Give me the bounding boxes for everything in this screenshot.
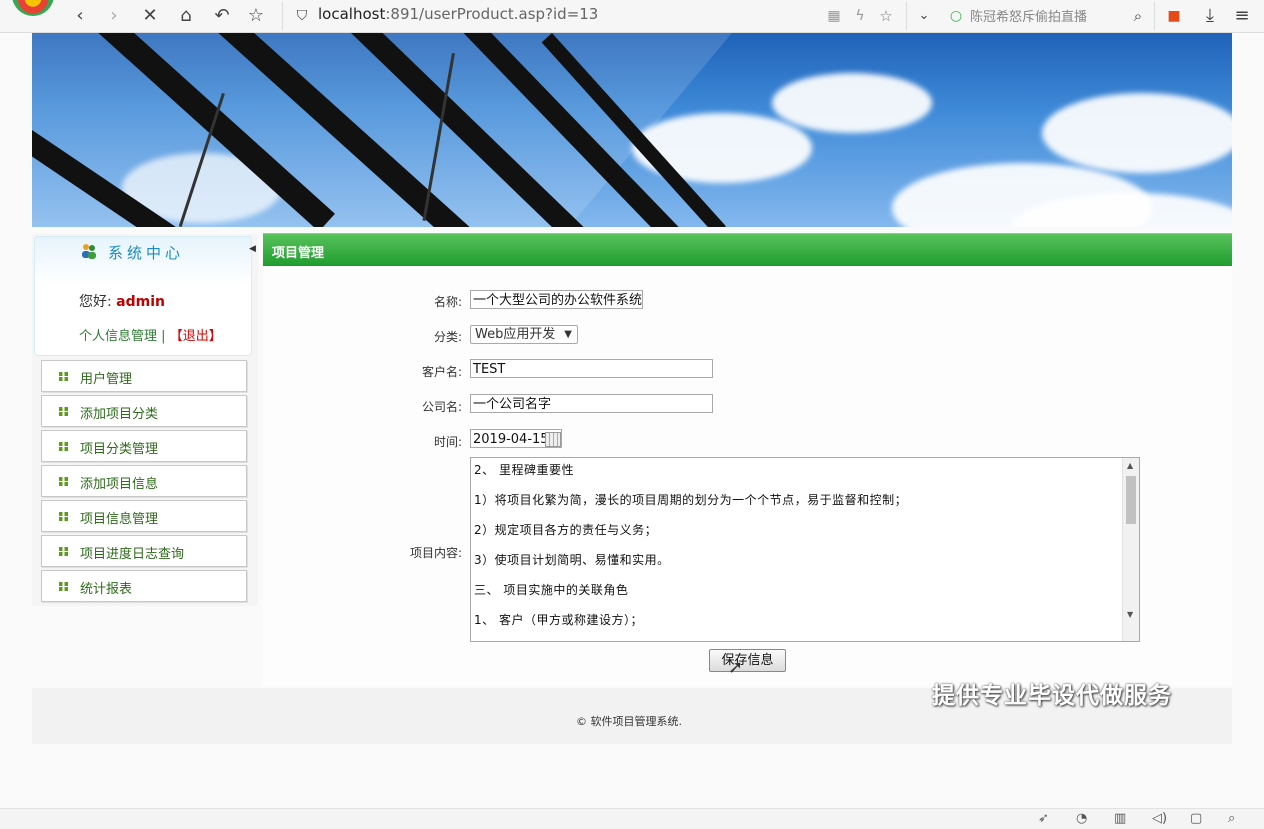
zoom-icon[interactable]: ⌕ [1228,811,1235,826]
toolbar-divider [906,2,907,30]
toolbar-divider [1154,2,1155,30]
search-icon[interactable]: ⌕ [1128,4,1148,28]
account-links: 个人信息管理 | 【退出】 [79,325,222,344]
scroll-down-icon[interactable]: ▼ [1127,610,1133,619]
menu-item-label: 统计报表 [80,582,133,597]
favorite-star-icon[interactable]: ☆ [244,4,268,28]
grid-bullet-icon [59,442,68,451]
grid-bullet-icon [59,407,68,416]
cloud [1042,93,1232,173]
section-title: 项目管理 [272,246,325,261]
company-label: 公司名: [421,400,462,414]
back-icon[interactable]: ‹ [68,4,92,28]
download-icon[interactable]: ⤓ [1198,4,1222,28]
logout-link[interactable]: 【退出】 [170,329,222,344]
scroll-thumb[interactable] [1126,476,1136,524]
header-banner [32,33,1232,227]
stop-icon[interactable]: ✕ [138,4,162,28]
content-line: 3）使项目计划简明、易懂和实用。 [474,553,670,567]
menu-item-statistics[interactable]: 统计报表 [41,570,247,602]
volume-icon[interactable]: ◁) [1152,811,1167,826]
textarea-scrollbar[interactable]: ▲ ▼ [1122,458,1139,641]
users-icon [82,244,96,259]
content-line: 2、 里程碑重要性 [474,463,574,477]
greeting-label: 您好: [79,294,112,310]
grid-bullet-icon [59,582,68,591]
content-line: 1）将项目化繁为简，漫长的项目周期的划分为一个个节点，易于监督和控制； [474,493,908,507]
content-line: 2）规定项目各方的责任与义务； [474,523,658,537]
dropdown-arrow-icon: ▼ [564,329,572,340]
content-line: 1、 客户（甲方或称建设方）； [474,613,643,627]
menu-item-label: 添加项目信息 [80,477,159,492]
trash-icon[interactable]: ▥ [1114,811,1126,826]
sidebar: 系统中心 您好: admin 个人信息管理 | 【退出】 用户管理 添加项目分类… [32,234,258,606]
menu-item-label: 用户管理 [80,372,133,387]
search-engine-icon: ○ [949,8,963,24]
menu-item-label: 项目进度日志查询 [80,547,185,562]
grid-bullet-icon [59,372,68,381]
menu-item-category-management[interactable]: 项目分类管理 [41,430,247,462]
company-field[interactable]: 一个公司名字 [470,394,713,413]
date-label: 时间: [433,435,462,449]
grid-bullet-icon [59,477,68,486]
menu-item-label: 项目信息管理 [80,512,159,527]
system-center-panel: 系统中心 您好: admin 个人信息管理 | 【退出】 [34,236,252,356]
menu-item-progress-log[interactable]: 项目进度日志查询 [41,535,247,567]
menu-item-label: 项目分类管理 [80,442,159,457]
watermark-text: 提供专业毕设代做服务 [932,683,1172,709]
name-label: 名称: [433,295,462,309]
content-line: 三、 项目实施中的关联角色 [474,583,629,597]
copyright-text: © 软件项目管理系统. [576,715,682,728]
category-select[interactable]: Web应用开发 ▼ [470,325,578,344]
system-center-title: 系统中心 [108,244,185,262]
customer-field[interactable]: TEST [470,359,713,378]
cloud [772,73,932,133]
home-icon[interactable]: ⌂ [174,4,198,28]
apps-grid-icon[interactable]: ■ [1164,4,1184,28]
menu-item-user-management[interactable]: 用户管理 [41,360,247,392]
collapse-sidebar-icon[interactable]: ◀ [249,244,256,254]
rocket-icon[interactable]: ➶ [1038,811,1049,826]
chevron-down-icon[interactable]: ⌄ [914,4,934,28]
toolbar-divider [282,2,283,30]
mouse-cursor-icon: ➚ [728,657,744,678]
window-icon[interactable]: ▢ [1190,811,1202,826]
browser-logo-icon [12,0,54,16]
category-selected: Web应用开发 [475,327,556,342]
customer-label: 客户名: [421,365,462,379]
url-host: localhost [318,5,386,23]
lightning-icon[interactable]: ϟ [850,4,870,28]
calendar-icon[interactable] [545,432,561,447]
link-divider: | [161,329,166,344]
menu-icon[interactable]: ≡ [1230,4,1254,28]
shield-icon: ⛉ [296,8,308,24]
grid-bullet-icon [59,512,68,521]
qrcode-icon[interactable]: ▦ [824,4,844,28]
username: admin [116,294,165,310]
bookmark-star-icon[interactable]: ☆ [876,4,896,28]
menu-item-label: 添加项目分类 [80,407,159,422]
greeting: 您好: admin [79,291,165,311]
search-input[interactable]: 陈冠希怒斥偷拍直播 [970,6,1087,25]
profile-link[interactable]: 个人信息管理 [79,329,157,344]
address-bar[interactable]: localhost:891/userProduct.asp?id=13 [318,5,598,23]
menu-item-add-project[interactable]: 添加项目信息 [41,465,247,497]
url-path: :891/userProduct.asp?id=13 [385,5,599,23]
menu-item-project-management[interactable]: 项目信息管理 [41,500,247,532]
content-label: 项目内容: [409,546,462,560]
grid-bullet-icon [59,547,68,556]
save-button[interactable]: 保存信息 [709,649,786,672]
browser-statusbar: ➶ ◔ ▥ ◁) ▢ ⌕ [0,808,1264,829]
section-header: 项目管理 [263,233,1232,267]
name-field[interactable]: 一个大型公司的办公软件系统 [470,290,643,309]
scroll-up-icon[interactable]: ▲ [1127,461,1133,470]
forward-icon[interactable]: › [102,4,126,28]
undo-icon[interactable]: ↶ [210,4,234,28]
category-label: 分类: [433,330,462,344]
speed-icon[interactable]: ◔ [1076,811,1087,826]
browser-toolbar: ‹ › ✕ ⌂ ↶ ☆ ⛉ localhost:891/userProduct.… [0,0,1264,33]
project-content-textarea[interactable]: 2、 里程碑重要性 1）将项目化繁为简，漫长的项目周期的划分为一个个节点，易于监… [470,457,1140,642]
menu-item-add-category[interactable]: 添加项目分类 [41,395,247,427]
